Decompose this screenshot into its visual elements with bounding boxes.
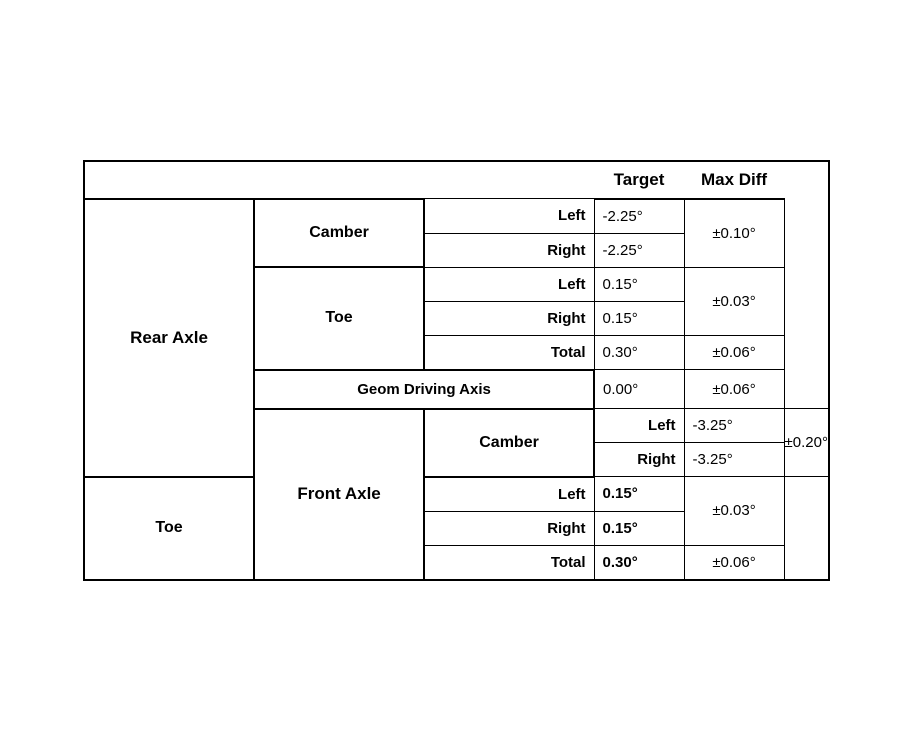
front-toe-left-target: 0.15° <box>594 477 684 512</box>
rear-geom-label: Geom Driving Axis <box>254 370 594 409</box>
front-camber-left-target: -3.25° <box>684 409 784 443</box>
rear-toe-right-side: Right <box>424 301 594 335</box>
front-camber-maxdiff: ±0.20° <box>784 409 829 477</box>
rear-toe-maxdiff: ±0.03° <box>684 267 784 335</box>
front-toe-total-target: 0.30° <box>594 545 684 580</box>
rear-toe-cell: Toe <box>254 267 424 370</box>
front-camber-right-target: -3.25° <box>684 443 784 477</box>
rear-camber-right-target: -2.25° <box>594 233 684 267</box>
rear-camber-left-target: -2.25° <box>594 199 684 234</box>
rear-geom-target: 0.00° <box>594 370 684 409</box>
alignment-table-wrapper: Target Max Diff Rear Axle Camber Left -2… <box>63 140 850 601</box>
front-toe-right-target: 0.15° <box>594 511 684 545</box>
rear-camber-left-row: Rear Axle Camber Left -2.25° ±0.10° <box>84 199 829 234</box>
header-target: Target <box>594 161 684 199</box>
front-toe-right-side: Right <box>424 511 594 545</box>
front-toe-total-side: Total <box>424 545 594 580</box>
rear-toe-left-target: 0.15° <box>594 267 684 301</box>
rear-camber-maxdiff: ±0.10° <box>684 199 784 268</box>
header-col2 <box>254 161 424 199</box>
front-toe-maxdiff: ±0.03° <box>684 477 784 546</box>
front-toe-left-row: Toe Left 0.15° ±0.03° <box>84 477 829 512</box>
front-toe-cell: Toe <box>84 477 254 580</box>
header-col1 <box>84 161 254 199</box>
front-camber-cell: Camber <box>424 409 594 477</box>
rear-camber-cell: Camber <box>254 199 424 268</box>
rear-toe-total-maxdiff: ±0.06° <box>684 335 784 370</box>
rear-geom-maxdiff: ±0.06° <box>684 370 784 409</box>
header-maxdiff: Max Diff <box>684 161 784 199</box>
front-axle-cell: Front Axle <box>254 409 424 580</box>
front-camber-left-side: Left <box>594 409 684 443</box>
rear-toe-total-side: Total <box>424 335 594 370</box>
rear-camber-left-side: Left <box>424 199 594 234</box>
rear-camber-right-side: Right <box>424 233 594 267</box>
front-camber-right-side: Right <box>594 443 684 477</box>
rear-toe-left-side: Left <box>424 267 594 301</box>
front-toe-left-side: Left <box>424 477 594 512</box>
rear-toe-total-target: 0.30° <box>594 335 684 370</box>
header-row: Target Max Diff <box>84 161 829 199</box>
front-toe-total-maxdiff: ±0.06° <box>684 545 784 580</box>
header-col3 <box>424 161 594 199</box>
alignment-table: Target Max Diff Rear Axle Camber Left -2… <box>83 160 830 581</box>
rear-axle-cell: Rear Axle <box>84 199 254 477</box>
rear-toe-right-target: 0.15° <box>594 301 684 335</box>
